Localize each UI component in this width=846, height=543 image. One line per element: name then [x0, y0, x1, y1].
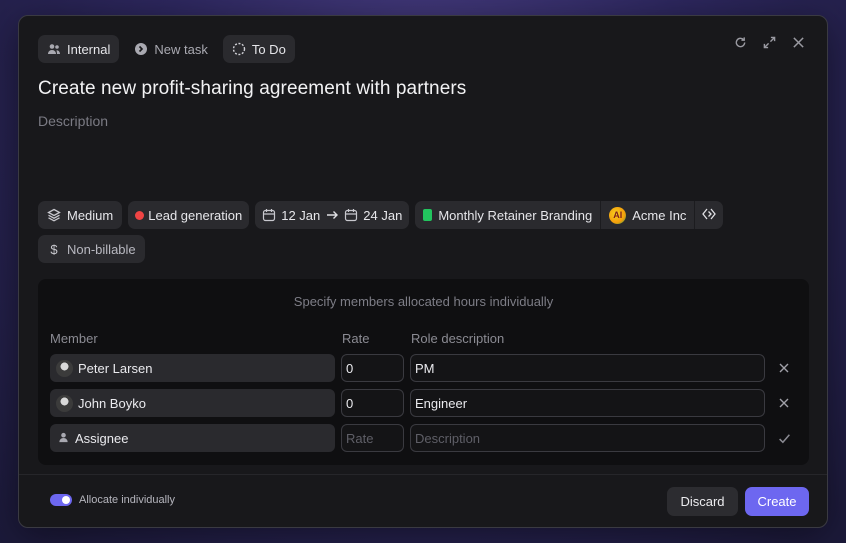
toggle-label: Allocate individually [79, 494, 175, 506]
client-chip[interactable]: AI Acme Inc [600, 201, 694, 229]
assignee-label: Assignee [75, 430, 129, 446]
team-chip-label: Internal [67, 41, 111, 57]
role-input[interactable]: PM [410, 354, 765, 382]
window-controls [734, 36, 807, 51]
allocate-toggle-wrap: Allocate individually [50, 494, 175, 506]
allocation-caption: Specify members allocated hours individu… [293, 294, 554, 309]
end-date: 24 Jan [363, 207, 403, 223]
calendar-start-icon [262, 208, 276, 222]
member-header: Member [50, 331, 98, 346]
status-chip[interactable]: To Do [222, 35, 295, 63]
footer-divider [19, 474, 827, 475]
check-icon[interactable] [772, 424, 796, 452]
user-icon [58, 432, 70, 444]
assignee-selector[interactable]: Assignee [50, 424, 335, 452]
category-chip[interactable]: Lead generation [128, 201, 250, 229]
allocation-panel: Specify members allocated hours individu… [38, 279, 809, 465]
role-input[interactable]: Engineer [410, 389, 765, 417]
close-icon[interactable] [792, 36, 807, 51]
properties-row-2: $ Non-billable [38, 235, 145, 263]
refresh-icon[interactable] [734, 36, 749, 51]
properties-row: Medium Lead generation 12 Jan 24 Jan Mon… [38, 201, 724, 229]
billing-chip[interactable]: $ Non-billable [38, 235, 145, 263]
task-modal: Internal New task To Do Create new profi… [18, 15, 828, 528]
start-date: 12 Jan [281, 207, 321, 223]
project-label: Monthly Retainer Branding [438, 207, 593, 223]
member-selector[interactable]: Peter Larsen [50, 354, 335, 382]
users-icon [47, 42, 61, 56]
table-row: Peter Larsen 0 PM [50, 354, 798, 382]
status-label: To Do [251, 41, 286, 57]
billing-label: Non-billable [67, 241, 136, 257]
member-selector[interactable]: John Boyko [50, 389, 335, 417]
new-allocation-row: Assignee Rate Description [50, 424, 798, 452]
rate-input[interactable]: 0 [341, 389, 404, 417]
priority-chip[interactable]: Medium [38, 201, 123, 229]
arrow-circle-icon [134, 42, 148, 56]
task-type-chip[interactable]: New task [125, 35, 216, 63]
member-name: John Boyko [78, 395, 146, 411]
remove-icon[interactable] [772, 354, 796, 382]
rate-header: Rate [342, 331, 370, 346]
avatar [56, 359, 73, 377]
team-chip[interactable]: Internal [38, 35, 120, 63]
create-button[interactable]: Create [745, 487, 809, 516]
remove-icon[interactable] [772, 389, 796, 417]
allocate-individually-toggle[interactable] [50, 494, 72, 506]
priority-label: Medium [67, 207, 114, 223]
dollar-icon: $ [50, 241, 58, 257]
layers-icon [47, 208, 61, 222]
avatar [56, 394, 73, 412]
task-type-label: New task [154, 41, 208, 57]
project-chip[interactable]: Monthly Retainer Branding [415, 201, 600, 229]
member-name: Peter Larsen [78, 360, 153, 376]
description-input[interactable]: Description [410, 424, 765, 452]
category-label: Lead generation [148, 207, 243, 223]
client-logo: AI [609, 206, 627, 224]
project-tag-icon [423, 209, 433, 221]
rate-input[interactable]: 0 [341, 354, 404, 382]
task-title[interactable]: Create new profit-sharing agreement with… [38, 78, 466, 100]
calendar-end-icon [344, 208, 358, 222]
task-meta-chips: Internal New task To Do [38, 35, 295, 63]
category-dot-icon [135, 210, 145, 220]
role-header: Role description [411, 331, 505, 346]
discard-button[interactable]: Discard [667, 487, 738, 516]
diamond-arrows-icon [702, 207, 717, 224]
client-label: Acme Inc [632, 207, 687, 223]
link-toggle[interactable] [694, 201, 723, 229]
date-range-chip[interactable]: 12 Jan 24 Jan [255, 201, 410, 229]
expand-icon[interactable] [763, 36, 778, 51]
rate-input[interactable]: Rate [341, 424, 404, 452]
project-client-group: Monthly Retainer Branding AI Acme Inc [415, 201, 724, 229]
dashed-circle-icon [232, 42, 246, 56]
arrow-right-icon [325, 208, 339, 222]
table-row: John Boyko 0 Engineer [50, 389, 798, 417]
description-field[interactable]: Description [38, 113, 108, 129]
